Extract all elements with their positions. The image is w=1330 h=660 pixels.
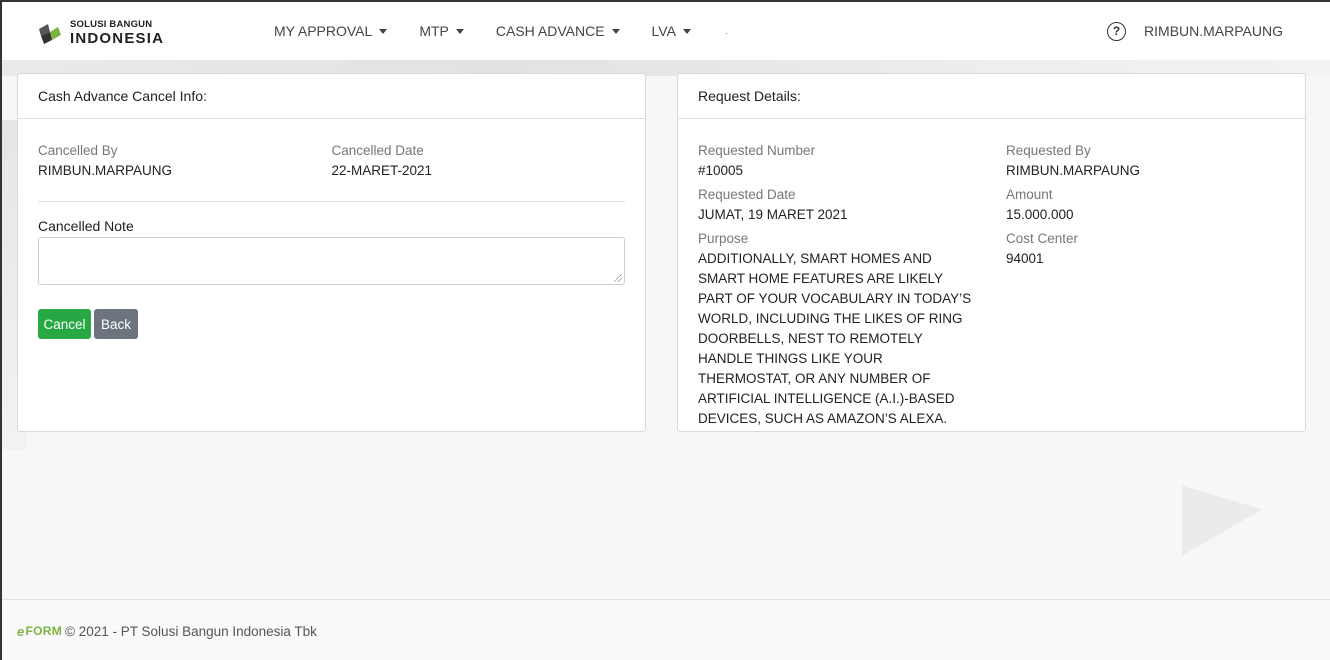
cancelled-by-value: RIMBUN.MARPAUNG xyxy=(38,163,173,178)
menu-cash-advance-label: CASH ADVANCE xyxy=(495,23,605,39)
purpose-value: ADDITIONALLY, SMART HOMES AND SMART HOME… xyxy=(698,251,972,426)
menu-cash-advance[interactable]: CASH ADVANCE xyxy=(496,23,620,39)
resize-grip-icon[interactable] xyxy=(614,274,622,282)
cancelled-note-textarea[interactable] xyxy=(38,237,625,285)
logo-line1: SOLUSI BANGUN xyxy=(70,19,153,31)
logo-line2: INDONESIA xyxy=(70,29,165,47)
cancel-info-card: Cash Advance Cancel Info: Cancelled By R… xyxy=(17,73,646,432)
copyright-text: © 2021 - PT Solusi Bangun Indonesia Tbk xyxy=(65,623,317,639)
company-logo[interactable]: SOLUSI BANGUN INDONESIA xyxy=(36,20,164,46)
main-menu: MY APPROVAL MTP CASH ADVANCE LVA . xyxy=(274,2,728,60)
cancelled-date-label: Cancelled Date xyxy=(331,143,424,158)
requested-number-label: Requested Number xyxy=(698,143,816,158)
caret-down-icon xyxy=(455,28,464,34)
menu-extra-dot[interactable]: . xyxy=(725,26,728,37)
requested-number-value: #10005 xyxy=(698,163,744,178)
eform-logo: e FORM xyxy=(17,624,62,639)
menu-lva[interactable]: LVA xyxy=(652,23,691,39)
cancel-info-fields: Cancelled By RIMBUN.MARPAUNG Cancelled D… xyxy=(38,141,625,181)
amount-label: Amount xyxy=(1005,187,1053,202)
requested-date-value: JUMAT, 19 MARET 2021 xyxy=(698,207,848,222)
requested-by-label: Requested By xyxy=(1005,143,1091,158)
cancel-info-body: Cancelled By RIMBUN.MARPAUNG Cancelled D… xyxy=(18,119,645,361)
requested-date-field: Requested Date JUMAT, 19 MARET 2021 xyxy=(698,185,1006,225)
request-details-col-right: Requested By RIMBUN.MARPAUNG Amount 15.0… xyxy=(1006,141,1285,433)
menu-my-approval-label: MY APPROVAL xyxy=(274,23,373,39)
user-menu[interactable]: RIMBUN.MARPAUNG xyxy=(1144,23,1283,39)
divider xyxy=(38,201,625,202)
logo-text: SOLUSI BANGUN INDONESIA xyxy=(70,20,164,46)
request-details-card: Request Details: Requested Number #10005… xyxy=(677,73,1306,432)
requested-number-field: Requested Number #10005 xyxy=(698,141,1006,181)
cancel-info-title: Cash Advance Cancel Info: xyxy=(18,74,645,119)
logo-mark-icon xyxy=(36,20,64,46)
cancelled-by-label: Cancelled By xyxy=(38,143,118,158)
request-details-body: Requested Number #10005 Requested Date J… xyxy=(678,119,1305,455)
menu-mtp[interactable]: MTP xyxy=(419,23,464,39)
cancelled-by-field: Cancelled By RIMBUN.MARPAUNG xyxy=(38,141,332,181)
menu-my-approval[interactable]: MY APPROVAL xyxy=(274,23,388,39)
request-details-grid: Requested Number #10005 Requested Date J… xyxy=(698,141,1285,433)
amount-value: 15.000.000 xyxy=(1005,207,1074,222)
purpose-label: Purpose xyxy=(698,231,749,246)
cancelled-date-field: Cancelled Date 22-MARET-2021 xyxy=(332,141,626,181)
requested-by-value: RIMBUN.MARPAUNG xyxy=(1005,163,1140,178)
top-navbar: SOLUSI BANGUN INDONESIA MY APPROVAL MTP … xyxy=(2,2,1330,60)
cost-center-field: Cost Center 94001 xyxy=(1006,229,1285,269)
request-details-title: Request Details: xyxy=(678,74,1305,119)
eform-logo-text: FORM xyxy=(25,624,63,638)
page-footer: e FORM © 2021 - PT Solusi Bangun Indones… xyxy=(2,599,1330,660)
menu-mtp-label: MTP xyxy=(419,23,449,39)
navbar-right: ? RIMBUN.MARPAUNG xyxy=(1107,2,1283,60)
cancelled-note-label: Cancelled Note xyxy=(38,218,134,234)
back-button[interactable]: Back xyxy=(94,309,138,339)
requested-date-label: Requested Date xyxy=(698,187,796,202)
question-circle-icon[interactable]: ? xyxy=(1107,21,1127,41)
caret-down-icon xyxy=(611,28,620,34)
menu-lva-label: LVA xyxy=(651,23,676,39)
amount-field: Amount 15.000.000 xyxy=(1006,185,1285,225)
request-details-col-left: Requested Number #10005 Requested Date J… xyxy=(698,141,1006,433)
cost-center-value: 94001 xyxy=(1005,251,1044,266)
purpose-field: Purpose ADDITIONALLY, SMART HOMES AND SM… xyxy=(698,229,1006,429)
requested-by-field: Requested By RIMBUN.MARPAUNG xyxy=(1006,141,1285,181)
caret-down-icon xyxy=(682,28,691,34)
cancel-button[interactable]: Cancel xyxy=(38,309,91,339)
eform-logo-e: e xyxy=(17,623,25,639)
caret-down-icon xyxy=(379,28,388,34)
cancelled-date-value: 22-MARET-2021 xyxy=(331,163,433,178)
cost-center-label: Cost Center xyxy=(1005,231,1078,246)
action-buttons: Cancel Back xyxy=(38,309,625,339)
background-triangle xyxy=(1182,474,1262,556)
